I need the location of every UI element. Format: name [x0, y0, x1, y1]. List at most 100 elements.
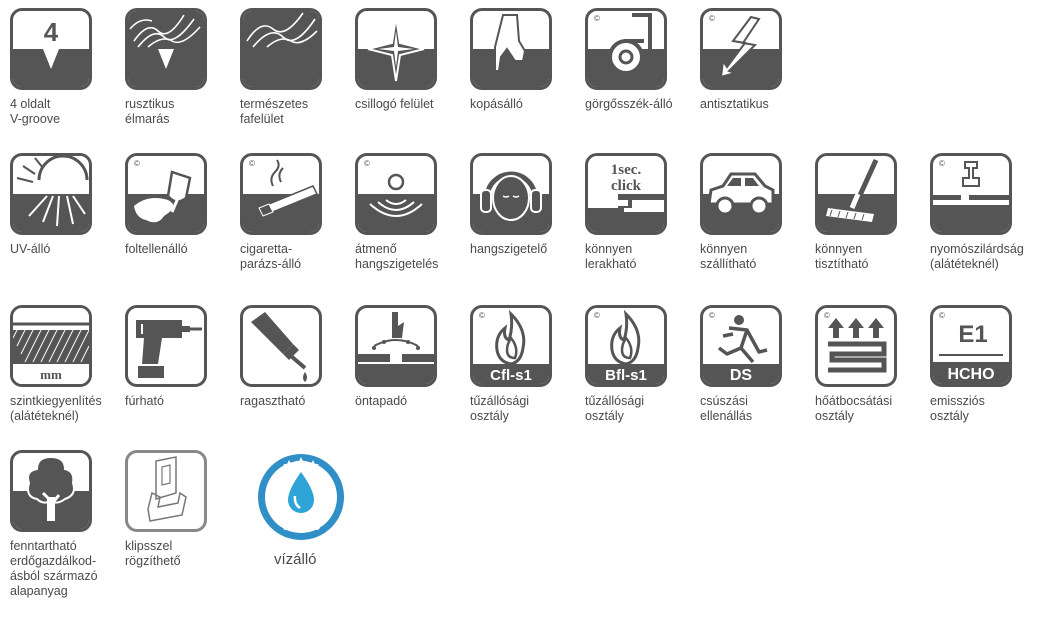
- slip-item: DS © csúszási ellenállás: [700, 305, 812, 424]
- stain-label: foltellenálló: [125, 242, 188, 256]
- cigarette-icon: ©: [240, 153, 322, 235]
- natural-wood-icon: [240, 8, 322, 90]
- fire-bfl-label: tűzállósági osztály: [585, 394, 645, 423]
- chair-castor-item: © görgősszék-álló: [585, 8, 697, 112]
- wear-label: kopásálló: [470, 97, 523, 111]
- glue-item: ragasztható: [240, 305, 352, 409]
- leveling-item: mm szintkiegyenlítés (alátéteknél): [10, 305, 122, 424]
- rustic-edge-label: rusztikus élmarás: [125, 97, 175, 126]
- v-groove-item: 4 4 oldalt V-groove: [10, 8, 122, 127]
- fire-cfl-glyph: Cfl-s1: [490, 367, 532, 384]
- waterproof-badge-text: VÍZÁLLÓ: [282, 521, 321, 532]
- tree-icon: [10, 450, 92, 532]
- compression-label: nyomószilárdság (alátéteknél): [930, 242, 1024, 271]
- antistatic-item: © antisztatikus: [700, 8, 812, 112]
- impact-sound-item: © átmenő hangszigetelés: [355, 153, 467, 272]
- wine-glass-icon: ©: [125, 153, 207, 235]
- headphones-icon: [470, 153, 552, 235]
- click-item: 1sec. click könnyen lerakható: [585, 153, 697, 272]
- high-heel-icon: [470, 8, 552, 90]
- copyright-mark: ©: [939, 159, 945, 168]
- v-groove-glyph: 4: [44, 17, 59, 47]
- slip-glyph: DS: [730, 367, 753, 384]
- svg-text:click: click: [611, 178, 642, 194]
- antistatic-label: antisztatikus: [700, 97, 769, 111]
- self-adhesive-label: öntapadó: [355, 394, 408, 408]
- heat-label: hőátbocsátási osztály: [815, 394, 893, 423]
- fire-cfl-label: tűzállósági osztály: [470, 394, 530, 423]
- chair-castor-label: görgősszék-álló: [585, 97, 673, 111]
- heat-arrows-icon: ©: [815, 305, 897, 387]
- castor-icon: ©: [585, 8, 667, 90]
- wear-item: kopásálló: [470, 8, 582, 112]
- drill-item: fúrható: [125, 305, 237, 409]
- drill-label: fúrható: [125, 394, 164, 408]
- copyright-mark: ©: [134, 159, 140, 168]
- leveling-icon: mm: [10, 305, 92, 387]
- uv-label: UV-álló: [10, 242, 51, 256]
- rustic-edge-icon: [125, 8, 207, 90]
- copyright-mark: ©: [364, 159, 370, 168]
- impact-sound-icon: ©: [355, 153, 437, 235]
- natural-wood-label: természetes fafelület: [240, 97, 309, 126]
- fire-cfl-item: Cfl-s1 © tűzállósági osztály: [470, 305, 582, 424]
- drill-icon: [125, 305, 207, 387]
- glue-tube-icon: [240, 305, 322, 387]
- waterproof-label: vízálló: [274, 551, 317, 568]
- car-label: könnyen szállítható: [700, 242, 757, 271]
- click-icon: 1sec. click: [585, 153, 667, 235]
- slip-figure-icon: DS ©: [700, 305, 782, 387]
- glossy-item: csillogó felület: [355, 8, 467, 112]
- flame-icon: Bfl-s1 ©: [585, 305, 667, 387]
- copyright-mark: ©: [479, 311, 485, 320]
- leveling-glyph: mm: [40, 367, 62, 382]
- waterproof-badge-icon: VÍZÁLLÓ: [258, 454, 344, 540]
- flame-icon: Cfl-s1 ©: [470, 305, 552, 387]
- emission-item: E1 HCHO © emissziós osztály: [930, 305, 1040, 424]
- forest-item: fenntartható erdőgazdálkod- ásból szárma…: [10, 450, 122, 599]
- fire-bfl-item: Bfl-s1 © tűzállósági osztály: [585, 305, 697, 424]
- forest-label: fenntartható erdőgazdálkod- ásból szárma…: [10, 539, 98, 598]
- leveling-label: szintkiegyenlítés (alátéteknél): [10, 394, 102, 423]
- emission-icon: E1 HCHO ©: [930, 305, 1012, 387]
- copyright-mark: ©: [824, 311, 830, 320]
- self-adhesive-icon: [355, 305, 437, 387]
- mop-label: könnyen tisztítható: [815, 242, 869, 271]
- sound-label: hangszigetelő: [470, 242, 548, 256]
- clip-item: klipsszel rögzíthető: [125, 450, 237, 569]
- copyright-mark: ©: [709, 14, 715, 23]
- click-label: könnyen lerakható: [585, 242, 637, 271]
- sparkle-icon: [355, 8, 437, 90]
- natural-wood-item: természetes fafelület: [240, 8, 352, 127]
- car-item: könnyen szállítható: [700, 153, 812, 272]
- sun-icon: [10, 153, 92, 235]
- mop-item: könnyen tisztítható: [815, 153, 927, 272]
- v-groove-label: 4 oldalt V-groove: [10, 97, 61, 126]
- mop-icon: [815, 153, 897, 235]
- lightning-icon: ©: [700, 8, 782, 90]
- cigarette-label: cigaretta- parázs-álló: [240, 242, 302, 271]
- car-icon: [700, 153, 782, 235]
- self-adhesive-item: öntapadó: [355, 305, 467, 409]
- copyright-mark: ©: [594, 14, 600, 23]
- copyright-mark: ©: [594, 311, 600, 320]
- emission-glyph: E1: [958, 321, 987, 348]
- copyright-mark: ©: [249, 159, 255, 168]
- clip-icon: [125, 450, 207, 532]
- emission-glyph-2: HCHO: [947, 366, 994, 383]
- glue-label: ragasztható: [240, 394, 306, 408]
- v-groove-icon: 4: [10, 8, 92, 90]
- copyright-mark: ©: [939, 311, 945, 320]
- icon-grid: 4 4 oldalt V-groove rusztikus élmarás te…: [0, 0, 1040, 619]
- sound-item: hangszigetelő: [470, 153, 582, 257]
- svg-text:1sec.: 1sec.: [611, 162, 642, 178]
- waterproof-item: VÍZÁLLÓ vízálló: [256, 452, 356, 567]
- uv-item: UV-álló: [10, 153, 122, 257]
- fire-bfl-glyph: Bfl-s1: [605, 367, 647, 384]
- rustic-edge-item: rusztikus élmarás: [125, 8, 237, 127]
- slip-label: csúszási ellenállás: [700, 394, 753, 423]
- emission-label: emissziós osztály: [930, 394, 985, 423]
- glossy-label: csillogó felület: [355, 97, 434, 111]
- compression-icon: ©: [930, 153, 1012, 235]
- stain-item: © foltellenálló: [125, 153, 237, 257]
